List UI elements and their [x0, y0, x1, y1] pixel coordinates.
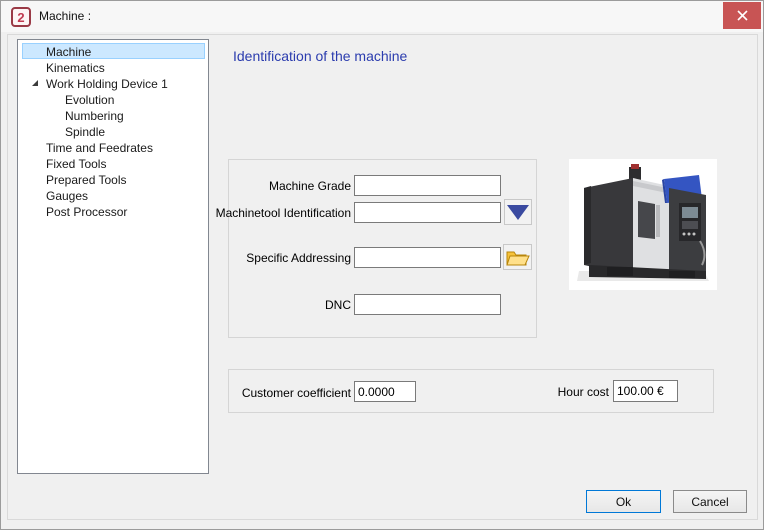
tree-expander-icon[interactable]: [32, 80, 38, 86]
tree-item-label: Work Holding Device 1: [46, 77, 168, 91]
dropdown-arrow-icon: [507, 204, 529, 220]
specific-addressing-browse-button[interactable]: [503, 244, 532, 270]
ok-button[interactable]: Ok: [586, 490, 661, 513]
specific-addressing-input[interactable]: [354, 247, 501, 268]
tree-item-time-and-feedrates[interactable]: Time and Feedrates: [22, 139, 205, 155]
cancel-button[interactable]: Cancel: [673, 490, 747, 513]
tree-item-work-holding-device-1[interactable]: Work Holding Device 1: [22, 75, 205, 91]
tree-item-label: Evolution: [65, 93, 115, 107]
machinetool-identification-label: Machinetool Identification: [215, 206, 351, 220]
tree-item-label: Fixed Tools: [46, 157, 107, 171]
customer-coefficient-input[interactable]: [354, 381, 416, 402]
machine-photo: [569, 159, 717, 290]
page-title: Identification of the machine: [233, 48, 408, 64]
open-folder-icon: [505, 251, 530, 265]
machinetool-identification-input[interactable]: [354, 202, 501, 223]
machinetool-select-button[interactable]: [504, 199, 532, 225]
close-button[interactable]: [723, 2, 761, 29]
tree-item-machine[interactable]: Machine: [22, 43, 205, 59]
machine-grade-label: Machine Grade: [268, 179, 351, 193]
tree-item-label: Machine: [46, 45, 92, 59]
hour-cost-input[interactable]: [613, 380, 678, 402]
tree-item-kinematics[interactable]: Kinematics: [22, 59, 205, 75]
tree-item-fixed-tools[interactable]: Fixed Tools: [22, 155, 205, 171]
dnc-input[interactable]: [354, 294, 501, 315]
machine-dialog: 2 Machine : Machine Kinematics Work Hold…: [0, 0, 764, 530]
cnc-machine-illustration: [569, 159, 717, 290]
machine-grade-input[interactable]: [354, 175, 501, 196]
tree-item-evolution[interactable]: Evolution: [22, 91, 205, 107]
title-bar: 2 Machine :: [1, 1, 763, 32]
tree-item-label: Time and Feedrates: [46, 141, 153, 155]
tree-item-label: Spindle: [65, 125, 106, 139]
specific-addressing-label: Specific Addressing: [246, 251, 351, 265]
tree-item-spindle[interactable]: Spindle: [22, 123, 205, 139]
window-title: Machine :: [39, 9, 92, 23]
tree-item-label: Numbering: [65, 109, 124, 123]
tree-item-label: Kinematics: [46, 61, 105, 75]
dnc-label: DNC: [325, 298, 351, 312]
close-icon: [736, 10, 748, 21]
tree-item-numbering[interactable]: Numbering: [22, 107, 205, 123]
customer-coefficient-label: Customer coefficient: [241, 386, 351, 400]
app-logo-icon: 2: [11, 7, 31, 27]
app-logo-glyph: 2: [17, 9, 25, 25]
hour-cost-label: Hour cost: [557, 385, 609, 399]
